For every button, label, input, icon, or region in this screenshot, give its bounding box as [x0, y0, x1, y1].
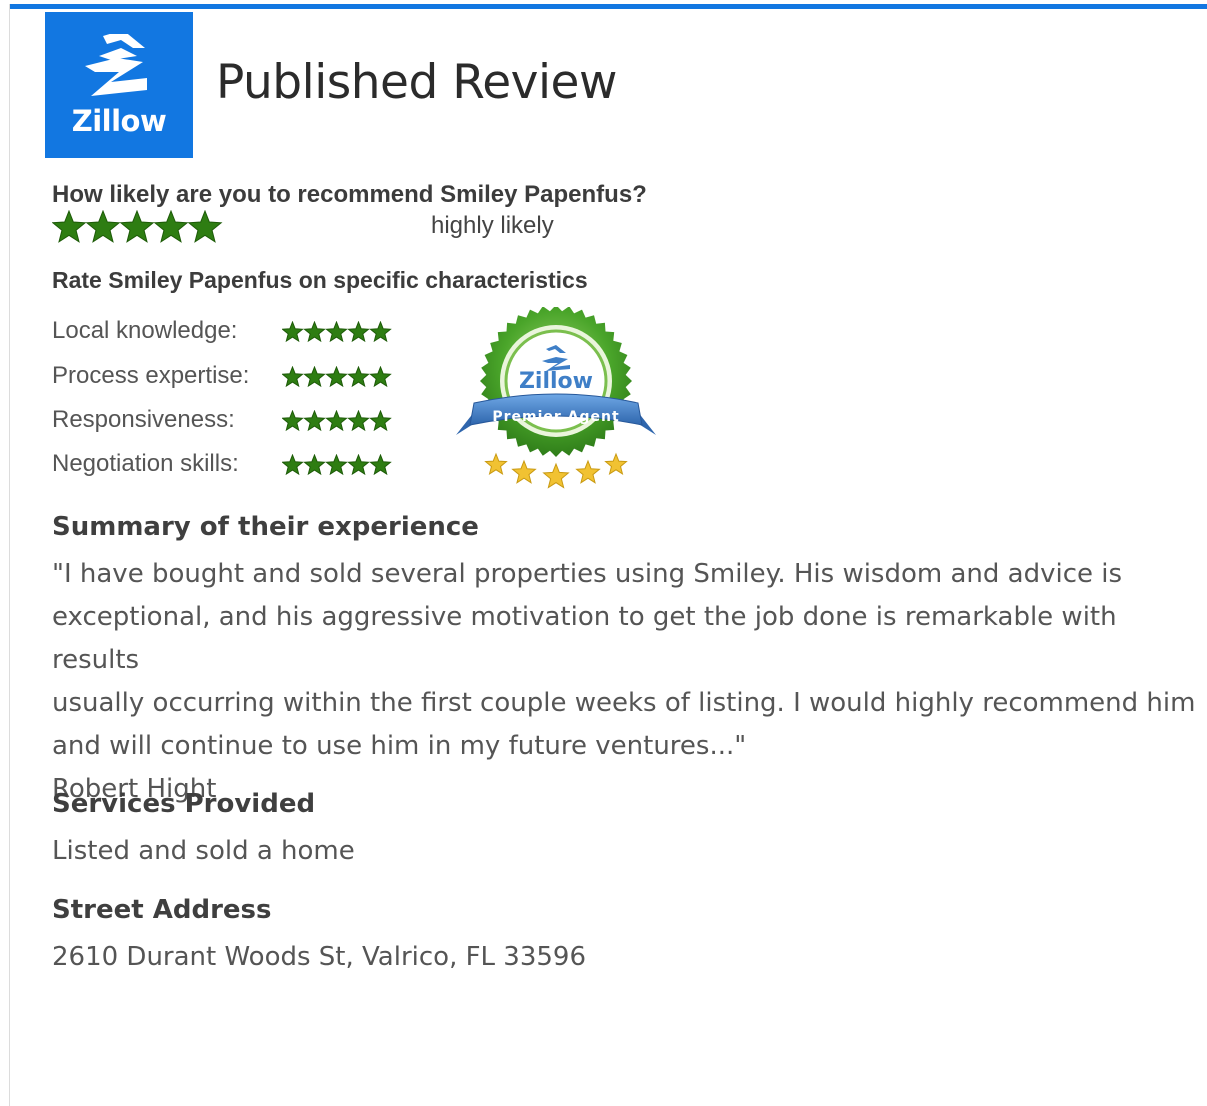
- page-title: Published Review: [216, 55, 617, 110]
- address-heading: Street Address: [52, 895, 272, 925]
- star-icon: [369, 409, 392, 432]
- summary-line: usually occurring within the first coupl…: [52, 688, 1196, 718]
- badge-star-icon: [511, 459, 537, 484]
- characteristics-heading: Rate Smiley Papenfus on specific charact…: [52, 267, 588, 293]
- star-icon: [347, 365, 370, 388]
- characteristic-stars: [281, 320, 394, 350]
- star-icon: [325, 320, 348, 343]
- premier-agent-badge-icon: Zillow Premier Agent: [452, 305, 662, 502]
- star-icon: [281, 320, 304, 343]
- characteristic-stars: [281, 365, 394, 395]
- summary-heading: Summary of their experience: [52, 512, 479, 542]
- star-icon: [51, 209, 87, 243]
- zillow-z-icon: [85, 34, 147, 96]
- star-icon: [281, 365, 304, 388]
- star-icon: [325, 453, 348, 476]
- characteristic-label: Responsiveness:: [52, 406, 235, 433]
- badge-star-icon: [604, 452, 628, 476]
- star-icon: [187, 209, 223, 243]
- badge-brand: Zillow: [519, 369, 593, 394]
- left-border: [9, 4, 10, 1106]
- recommend-rating: [51, 209, 232, 251]
- star-icon: [119, 209, 155, 243]
- characteristic-stars: [281, 409, 394, 439]
- star-icon: [303, 409, 326, 432]
- badge-ribbon-text: Premier Agent: [492, 409, 619, 425]
- characteristic-label: Process expertise:: [52, 362, 250, 389]
- characteristic-stars: [281, 453, 394, 483]
- star-icon: [281, 453, 304, 476]
- star-icon: [303, 453, 326, 476]
- star-icon: [347, 320, 370, 343]
- star-icon: [369, 453, 392, 476]
- zillow-logo[interactable]: Zillow: [45, 12, 193, 158]
- summary-line: "I have bought and sold several properti…: [52, 559, 1123, 589]
- badge-star-icon: [542, 462, 570, 489]
- characteristic-label: Local knowledge:: [52, 317, 238, 344]
- recommend-question: How likely are you to recommend Smiley P…: [52, 181, 647, 208]
- badge-star-icon: [484, 452, 508, 476]
- logo-text: Zillow: [71, 104, 167, 138]
- top-accent-line: [10, 4, 1207, 9]
- star-icon: [303, 320, 326, 343]
- summary-text: "I have bought and sold several properti…: [52, 553, 1202, 811]
- star-icon: [369, 365, 392, 388]
- services-heading: Services Provided: [52, 789, 316, 819]
- star-icon: [303, 365, 326, 388]
- star-icon: [325, 409, 348, 432]
- address-value: 2610 Durant Woods St, Valrico, FL 33596: [52, 942, 587, 972]
- star-icon: [153, 209, 189, 243]
- summary-line: exceptional, and his aggressive motivati…: [52, 602, 1117, 675]
- star-icon: [85, 209, 121, 243]
- star-icon: [347, 453, 370, 476]
- star-icon: [347, 409, 370, 432]
- badge-star-icon: [575, 459, 601, 484]
- rating-label: highly likely: [431, 212, 554, 239]
- services-value: Listed and sold a home: [52, 836, 355, 866]
- star-icon: [369, 320, 392, 343]
- star-icon: [281, 409, 304, 432]
- star-icon: [325, 365, 348, 388]
- summary-line: and will continue to use him in my futur…: [52, 731, 747, 761]
- characteristic-label: Negotiation skills:: [52, 450, 239, 477]
